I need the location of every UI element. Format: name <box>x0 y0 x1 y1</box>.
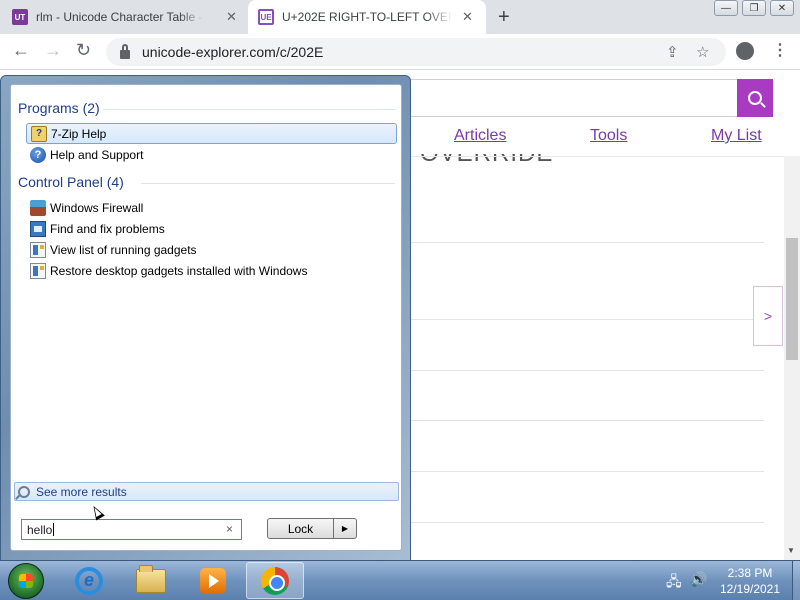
nav-tools-link[interactable]: Tools <box>590 127 627 145</box>
row-divider <box>410 242 764 243</box>
gadgets-icon <box>30 241 46 258</box>
result-label: Windows Firewall <box>50 200 144 215</box>
text-caret <box>53 523 55 536</box>
tab-title: U+202E RIGHT-TO-LEFT OVERRIDE <box>282 10 452 24</box>
site-search-input[interactable] <box>410 79 738 117</box>
address-text[interactable]: unicode-explorer.com/c/202E <box>142 44 323 60</box>
result-find-fix-problems[interactable]: Find and fix problems <box>26 218 397 239</box>
lock-icon[interactable] <box>120 43 130 59</box>
new-tab-button[interactable]: + <box>498 6 510 29</box>
system-clock[interactable]: 2:38 PM 12/19/2021 <box>710 565 790 597</box>
result-label: Find and fix problems <box>50 221 165 236</box>
result-7zip-help[interactable]: ? 7-Zip Help <box>26 123 397 144</box>
network-icon[interactable]: 🖧 <box>666 571 682 595</box>
help-file-icon: ? <box>31 125 47 142</box>
row-divider <box>410 420 764 421</box>
clock-date: 12/19/2021 <box>719 582 781 596</box>
programs-group-title[interactable]: Programs (2) <box>18 100 100 116</box>
forward-arrow-icon[interactable]: → <box>44 40 62 61</box>
next-character-button[interactable]: > <box>753 286 783 346</box>
row-divider <box>410 319 764 320</box>
firewall-icon <box>30 199 46 216</box>
help-icon: ? <box>30 146 46 163</box>
clock-time: 2:38 PM <box>727 566 773 580</box>
chrome-icon <box>261 566 289 595</box>
nav-my-list-link[interactable]: My List <box>711 127 762 145</box>
site-search-button[interactable] <box>737 79 773 117</box>
media-player-icon <box>200 567 226 594</box>
tab-unicode-explorer[interactable]: UE U+202E RIGHT-TO-LEFT OVERRIDE ✕ <box>248 0 486 34</box>
start-search-input[interactable]: hello <box>21 519 242 540</box>
troubleshoot-icon <box>30 220 46 237</box>
show-desktop-button[interactable] <box>792 561 800 600</box>
volume-icon[interactable]: 🔊 <box>690 571 707 588</box>
see-more-label: See more results <box>36 484 127 499</box>
unicode-table-favicon-icon: UT <box>12 9 28 25</box>
close-window-button[interactable]: ✕ <box>770 0 794 16</box>
group-divider <box>103 109 395 110</box>
tab-title: rlm - Unicode Character Table - <box>36 10 203 24</box>
shutdown-options-arrow-icon[interactable]: ▶ <box>333 518 357 539</box>
tab-unicode-table[interactable]: UT rlm - Unicode Character Table - ✕ <box>12 0 248 34</box>
minimize-button[interactable]: — <box>714 0 738 16</box>
result-label: Help and Support <box>50 147 144 162</box>
group-divider <box>141 183 395 184</box>
result-windows-firewall[interactable]: Windows Firewall <box>26 197 397 218</box>
nav-divider <box>410 156 784 157</box>
result-restore-gadgets[interactable]: Restore desktop gadgets installed with W… <box>26 260 397 281</box>
control-panel-group-title[interactable]: Control Panel (4) <box>18 174 124 190</box>
taskbar-media-player[interactable] <box>184 562 242 599</box>
row-divider <box>410 370 764 371</box>
internet-explorer-icon: e <box>75 566 103 595</box>
clear-search-icon[interactable]: × <box>226 522 233 536</box>
start-menu: Programs (2) ? 7-Zip Help ? Help and Sup… <box>0 75 411 561</box>
window-controls: — ❐ ✕ <box>714 0 794 16</box>
tab-close-icon[interactable]: ✕ <box>226 9 237 25</box>
reload-icon[interactable]: ↻ <box>76 40 91 61</box>
search-value: hello <box>27 522 53 537</box>
scroll-down-arrow-icon[interactable]: ▼ <box>787 546 795 555</box>
back-arrow-icon[interactable]: ← <box>12 40 30 61</box>
tab-close-icon[interactable]: ✕ <box>462 9 473 25</box>
search-icon <box>748 91 762 105</box>
share-icon[interactable]: ⇪ <box>666 43 679 61</box>
search-icon <box>18 485 30 498</box>
start-menu-results-pane: Programs (2) ? 7-Zip Help ? Help and Sup… <box>10 84 402 551</box>
nav-articles-link[interactable]: Articles <box>454 127 506 145</box>
taskbar-windows-explorer[interactable] <box>122 562 180 599</box>
lock-button[interactable]: Lock <box>267 518 334 539</box>
result-label: Restore desktop gadgets installed with W… <box>50 263 308 278</box>
row-divider <box>410 471 764 472</box>
browser-toolbar: ← → ↻ unicode-explorer.com/c/202E ⇪ ☆ <box>0 34 800 70</box>
bookmark-star-icon[interactable]: ☆ <box>696 43 709 61</box>
page-scrollbar-thumb[interactable] <box>786 238 798 360</box>
taskbar: e 🖧 🔊 2:38 PM 12/19/2021 <box>0 560 800 600</box>
gadgets-icon <box>30 262 46 279</box>
profile-avatar-icon[interactable] <box>736 42 754 60</box>
start-button[interactable] <box>8 563 44 599</box>
folder-icon <box>136 564 166 593</box>
chrome-menu-icon[interactable]: ⋮ <box>772 40 788 60</box>
taskbar-internet-explorer[interactable]: e <box>60 562 118 599</box>
restore-button[interactable]: ❐ <box>742 0 766 16</box>
tab-strip: UT rlm - Unicode Character Table - ✕ UE … <box>0 0 800 34</box>
see-more-results-button[interactable]: See more results <box>14 482 399 501</box>
result-label: 7-Zip Help <box>51 126 107 141</box>
taskbar-chrome[interactable] <box>246 562 304 599</box>
row-divider <box>410 522 764 523</box>
result-help-and-support[interactable]: ? Help and Support <box>26 144 397 165</box>
result-label: View list of running gadgets <box>50 242 197 257</box>
result-view-running-gadgets[interactable]: View list of running gadgets <box>26 239 397 260</box>
address-bar[interactable]: unicode-explorer.com/c/202E ⇪ ☆ <box>106 38 726 66</box>
unicode-explorer-favicon-icon: UE <box>258 9 274 25</box>
